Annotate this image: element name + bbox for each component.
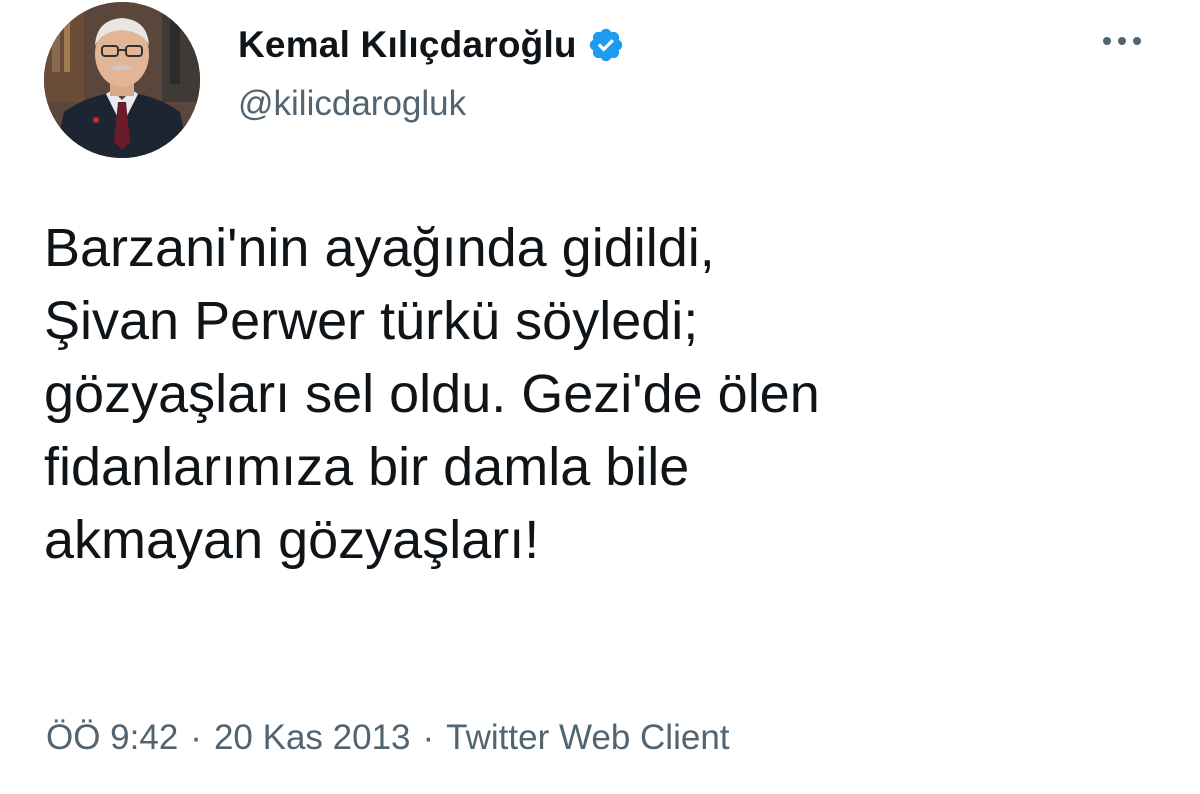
author-header[interactable]: Kemal Kılıçdaroğlu: [238, 20, 625, 70]
separator: ·: [190, 718, 202, 757]
tweet-text-line: akmayan gözyaşları!: [44, 510, 540, 570]
tweet-source[interactable]: Twitter Web Client: [446, 718, 729, 758]
tweet-text-line: Barzani'nin ayağında gidildi,: [44, 218, 715, 278]
author-handle[interactable]: @kilicdarogluk: [238, 84, 466, 124]
profile-photo: [44, 2, 200, 158]
separator: ·: [422, 718, 435, 757]
more-options-icon[interactable]: [1094, 26, 1150, 56]
dot: [1118, 37, 1126, 45]
avatar[interactable]: [44, 2, 200, 158]
tweet-metadata: ÖÖ 9:42 · 20 Kas 2013 · Twitter Web Clie…: [46, 718, 730, 758]
author-display-name[interactable]: Kemal Kılıçdaroğlu: [238, 24, 577, 66]
tweet-card: Kemal Kılıçdaroğlu @kilicdarogluk Barzan…: [0, 0, 1200, 794]
dot: [1103, 37, 1111, 45]
verified-badge-icon: [587, 26, 625, 64]
tweet-text-line: gözyaşları sel oldu. Gezi'de ölen: [44, 364, 820, 424]
dot: [1133, 37, 1141, 45]
tweet-date[interactable]: 20 Kas 2013: [214, 718, 411, 758]
tweet-text-line: Şivan Perwer türkü söyledi;: [44, 291, 699, 351]
tweet-text: Barzani'nin ayağında gidildi, Şivan Perw…: [44, 212, 1164, 577]
tweet-time[interactable]: ÖÖ 9:42: [46, 718, 178, 758]
tweet-text-line: fidanlarımıza bir damla bile: [44, 437, 690, 497]
